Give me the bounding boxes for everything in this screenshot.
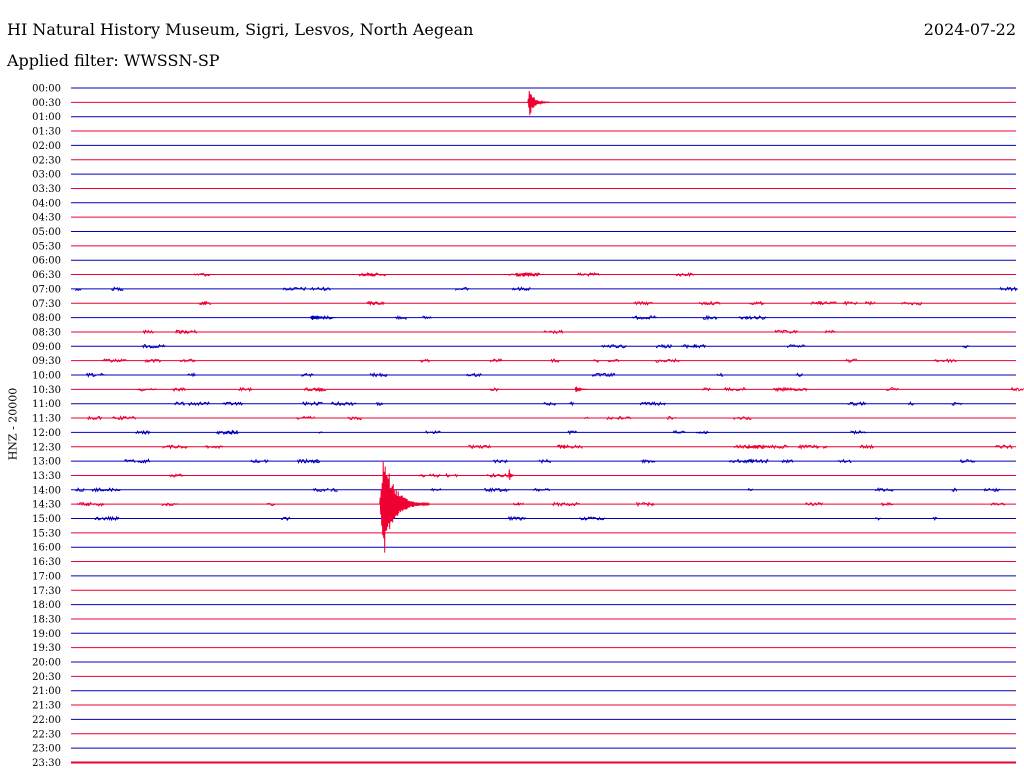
noise-burst: [824, 329, 836, 334]
row-time-label: 04:00: [32, 198, 61, 209]
row-time-label: 03:00: [32, 170, 61, 181]
row-time-label: 05:30: [32, 241, 61, 252]
row-time-label: 15:30: [32, 528, 61, 539]
noise-burst: [82, 501, 105, 507]
row-time-label: 07:30: [32, 299, 61, 310]
noise-burst: [635, 501, 655, 508]
noise-burst: [733, 416, 752, 420]
row-time-label: 11:00: [32, 399, 61, 410]
row-time-label: 20:30: [32, 672, 61, 683]
row-time-label: 18:30: [32, 614, 61, 625]
row-time-label: 16:00: [32, 543, 61, 554]
row-time-label: 09:30: [32, 356, 61, 367]
row-time-label: 06:30: [32, 270, 61, 281]
noise-burst: [347, 416, 362, 421]
row-time-label: 19:00: [32, 629, 61, 640]
noise-burst: [454, 286, 470, 291]
helicorder-plot: 00:00 00:30 01:00 01:30 02:00 02:30 03:00 03:30…: [32, 84, 1024, 769]
row-time-label: 10:00: [32, 371, 61, 382]
noise-burst: [908, 401, 915, 406]
noise-burst: [566, 501, 580, 507]
noise-burst: [309, 286, 331, 292]
noise-burst: [91, 487, 102, 493]
row-time-label: 01:30: [32, 127, 61, 138]
noise-burst: [445, 472, 458, 478]
row-time-label: 02:30: [32, 155, 61, 166]
row-time-label: 18:00: [32, 600, 61, 611]
row-time-label: 17:00: [32, 571, 61, 582]
row-time-label: 21:00: [32, 686, 61, 697]
seismic-event: [574, 386, 588, 393]
noise-burst: [186, 372, 196, 378]
row-time-label: 23:30: [32, 758, 61, 769]
noise-burst: [543, 401, 557, 406]
row-time-label: 02:00: [32, 141, 61, 152]
noise-burst: [266, 502, 275, 506]
row-time-label: 14:30: [32, 500, 61, 511]
noise-burst: [569, 401, 574, 407]
noise-burst: [584, 416, 589, 420]
seismic-event: [310, 314, 336, 321]
noise-burst: [429, 473, 441, 478]
row-time-label: 12:30: [32, 442, 61, 453]
row-time-label: 08:00: [32, 313, 61, 324]
noise-burst: [102, 358, 127, 363]
row-time-label: 12:00: [32, 428, 61, 439]
row-time-label: 20:00: [32, 658, 61, 669]
row-time-label: 01:00: [32, 112, 61, 123]
row-time-label: 03:30: [32, 184, 61, 195]
noise-burst: [489, 358, 503, 363]
row-time-label: 00:00: [32, 84, 61, 95]
noise-burst: [723, 386, 747, 392]
noise-burst: [837, 458, 852, 464]
row-time-label: 07:00: [32, 284, 61, 295]
noise-burst: [1010, 386, 1024, 392]
row-time-label: 17:30: [32, 586, 61, 597]
row-time-label: 22:00: [32, 715, 61, 726]
noise-burst: [94, 515, 120, 522]
noise-burst: [419, 358, 430, 363]
seismic-event: [527, 90, 550, 116]
row-time-label: 21:30: [32, 701, 61, 712]
noise-burst: [672, 429, 686, 434]
noise-burst: [654, 358, 680, 363]
row-time-label: 19:30: [32, 643, 61, 654]
row-time-label: 10:30: [32, 385, 61, 396]
noise-burst: [747, 487, 754, 492]
row-time-label: 09:00: [32, 342, 61, 353]
row-time-label: 22:30: [32, 729, 61, 740]
row-time-label: 11:30: [32, 414, 61, 425]
row-time-label: 06:00: [32, 256, 61, 267]
noise-burst: [295, 415, 315, 420]
row-time-label: 04:30: [32, 213, 61, 224]
row-time-label: 14:00: [32, 485, 61, 496]
seismic-event: [508, 469, 515, 481]
noise-burst: [999, 286, 1018, 292]
row-time-label: 13:30: [32, 471, 61, 482]
row-time-label: 15:00: [32, 514, 61, 525]
noise-burst: [430, 487, 442, 492]
row-time-label: 05:00: [32, 227, 61, 238]
row-time-label: 16:30: [32, 557, 61, 568]
row-time-label: 08:30: [32, 327, 61, 338]
row-time-label: 00:30: [32, 98, 61, 109]
noise-burst: [875, 516, 881, 521]
noise-burst: [187, 401, 210, 407]
noise-burst: [538, 458, 551, 464]
row-time-label: 13:00: [32, 457, 61, 468]
noise-burst: [394, 315, 408, 321]
row-time-label: 23:00: [32, 744, 61, 755]
noise-burst: [880, 501, 894, 507]
